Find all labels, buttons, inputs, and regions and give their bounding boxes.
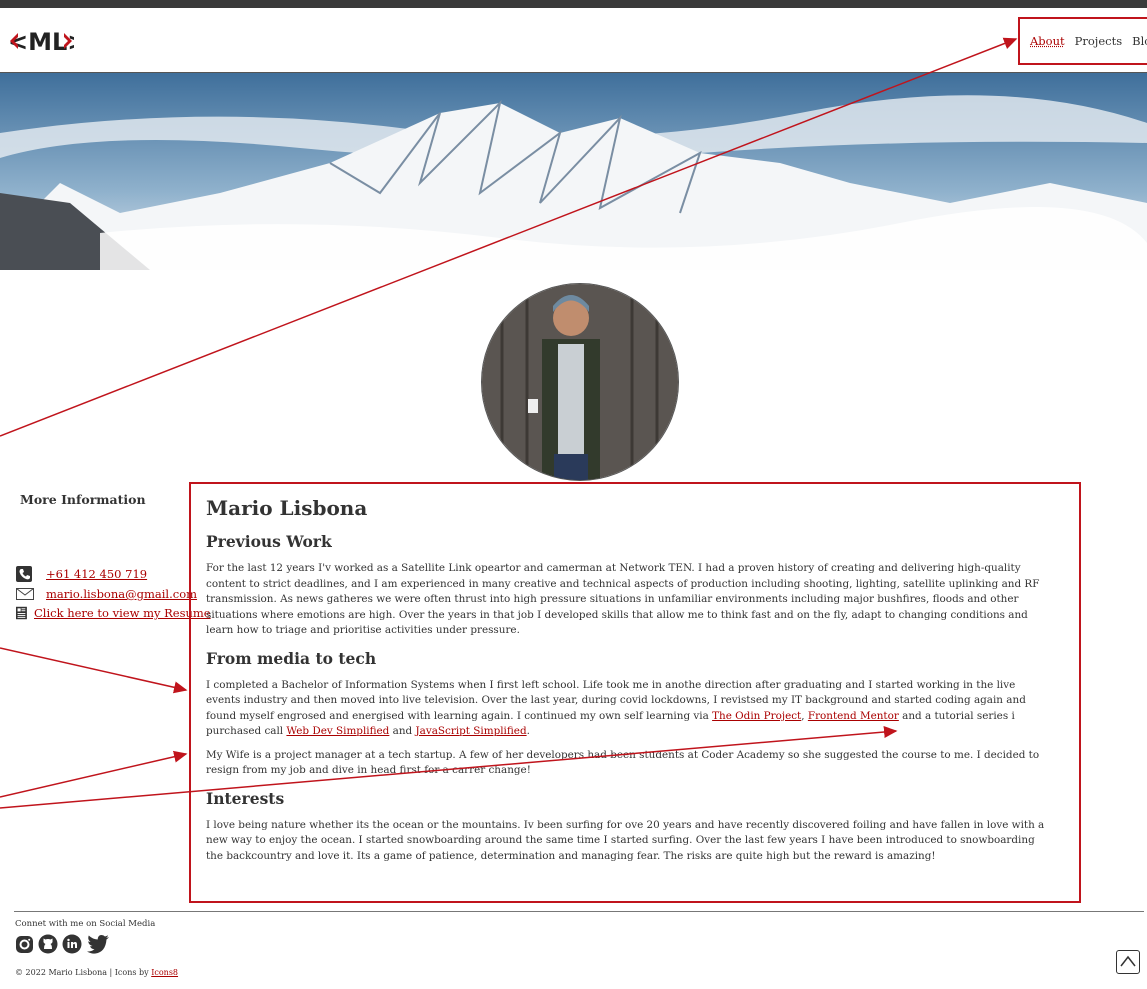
- social-links: [15, 934, 110, 954]
- contact-email-row: mario.lisbona@gmail.com: [16, 586, 197, 602]
- more-information-heading: More Information: [20, 492, 146, 507]
- main-nav: About Projects Blog: [1018, 17, 1147, 65]
- contact-phone-row: +61 412 450 719: [16, 566, 147, 582]
- social-heading: Connet with me on Social Media: [15, 919, 156, 929]
- media-text-part: and: [389, 725, 416, 737]
- instagram-icon[interactable]: [15, 935, 34, 954]
- profile-name: Mario Lisbona: [206, 496, 368, 520]
- svg-text:<ML>: <ML>: [8, 28, 74, 55]
- chevron-up-icon: [1120, 955, 1136, 967]
- email-link[interactable]: mario.lisbona@gmail.com: [46, 587, 197, 601]
- github-icon[interactable]: [38, 934, 58, 954]
- previous-work-heading: Previous Work: [206, 532, 332, 551]
- nav-about[interactable]: About: [1030, 34, 1065, 48]
- annotation-arrow-content: [0, 647, 188, 694]
- odin-project-link[interactable]: The Odin Project: [712, 710, 801, 722]
- icons8-link[interactable]: Icons8: [151, 968, 178, 977]
- media-text-separator: ,: [801, 709, 808, 722]
- footer-divider: [14, 911, 1144, 912]
- media-to-tech-heading: From media to tech: [206, 648, 377, 668]
- site-header: <ML> About Projects Blog: [0, 8, 1147, 73]
- back-to-top-button[interactable]: [1116, 950, 1140, 974]
- previous-work-text: For the last 12 years I'v worked as a Sa…: [206, 562, 1040, 636]
- media-to-tech-text: I completed a Bachelor of Information Sy…: [206, 678, 1049, 740]
- javascript-simplified-link[interactable]: JavaScript Simplified: [416, 725, 527, 737]
- twitter-icon[interactable]: [86, 934, 110, 954]
- resume-link[interactable]: Click here to view my Resume: [34, 606, 211, 620]
- nav-projects[interactable]: Projects: [1075, 34, 1123, 48]
- browser-top-bar: [0, 0, 1147, 8]
- wife-text: My Wife is a project manager at a tech s…: [206, 748, 1040, 777]
- interests-text: I love being nature whether its the ocea…: [206, 818, 1045, 862]
- linkedin-icon[interactable]: [62, 934, 82, 954]
- phone-icon: [16, 566, 32, 582]
- resume-icon: [16, 606, 27, 620]
- frontend-mentor-link[interactable]: Frontend Mentor: [808, 710, 899, 722]
- media-text-part: .: [526, 725, 530, 737]
- profile-photo: [481, 283, 679, 481]
- contact-resume-row: Click here to view my Resume: [16, 605, 211, 621]
- copyright-text: © 2022 Mario Lisbona | Icons by Icons8: [15, 968, 178, 977]
- logo[interactable]: <ML>: [8, 27, 74, 55]
- about-content: Mario Lisbona Previous Work For the last…: [189, 482, 1081, 903]
- nav-blog[interactable]: Blog: [1132, 34, 1147, 48]
- hero-banner-image: [0, 73, 1147, 270]
- site-footer: Connet with me on Social Media © 2022 Ma…: [0, 911, 1147, 989]
- phone-link[interactable]: +61 412 450 719: [46, 567, 147, 581]
- mail-icon: [16, 588, 34, 600]
- copyright-label: © 2022 Mario Lisbona | Icons by: [15, 968, 152, 977]
- web-dev-simplified-link[interactable]: Web Dev Simplified: [286, 725, 389, 737]
- interests-heading: Interests: [206, 788, 285, 808]
- page: <ML> About Projects Blog: [0, 0, 1147, 989]
- annotation-arrow-links: [0, 750, 188, 798]
